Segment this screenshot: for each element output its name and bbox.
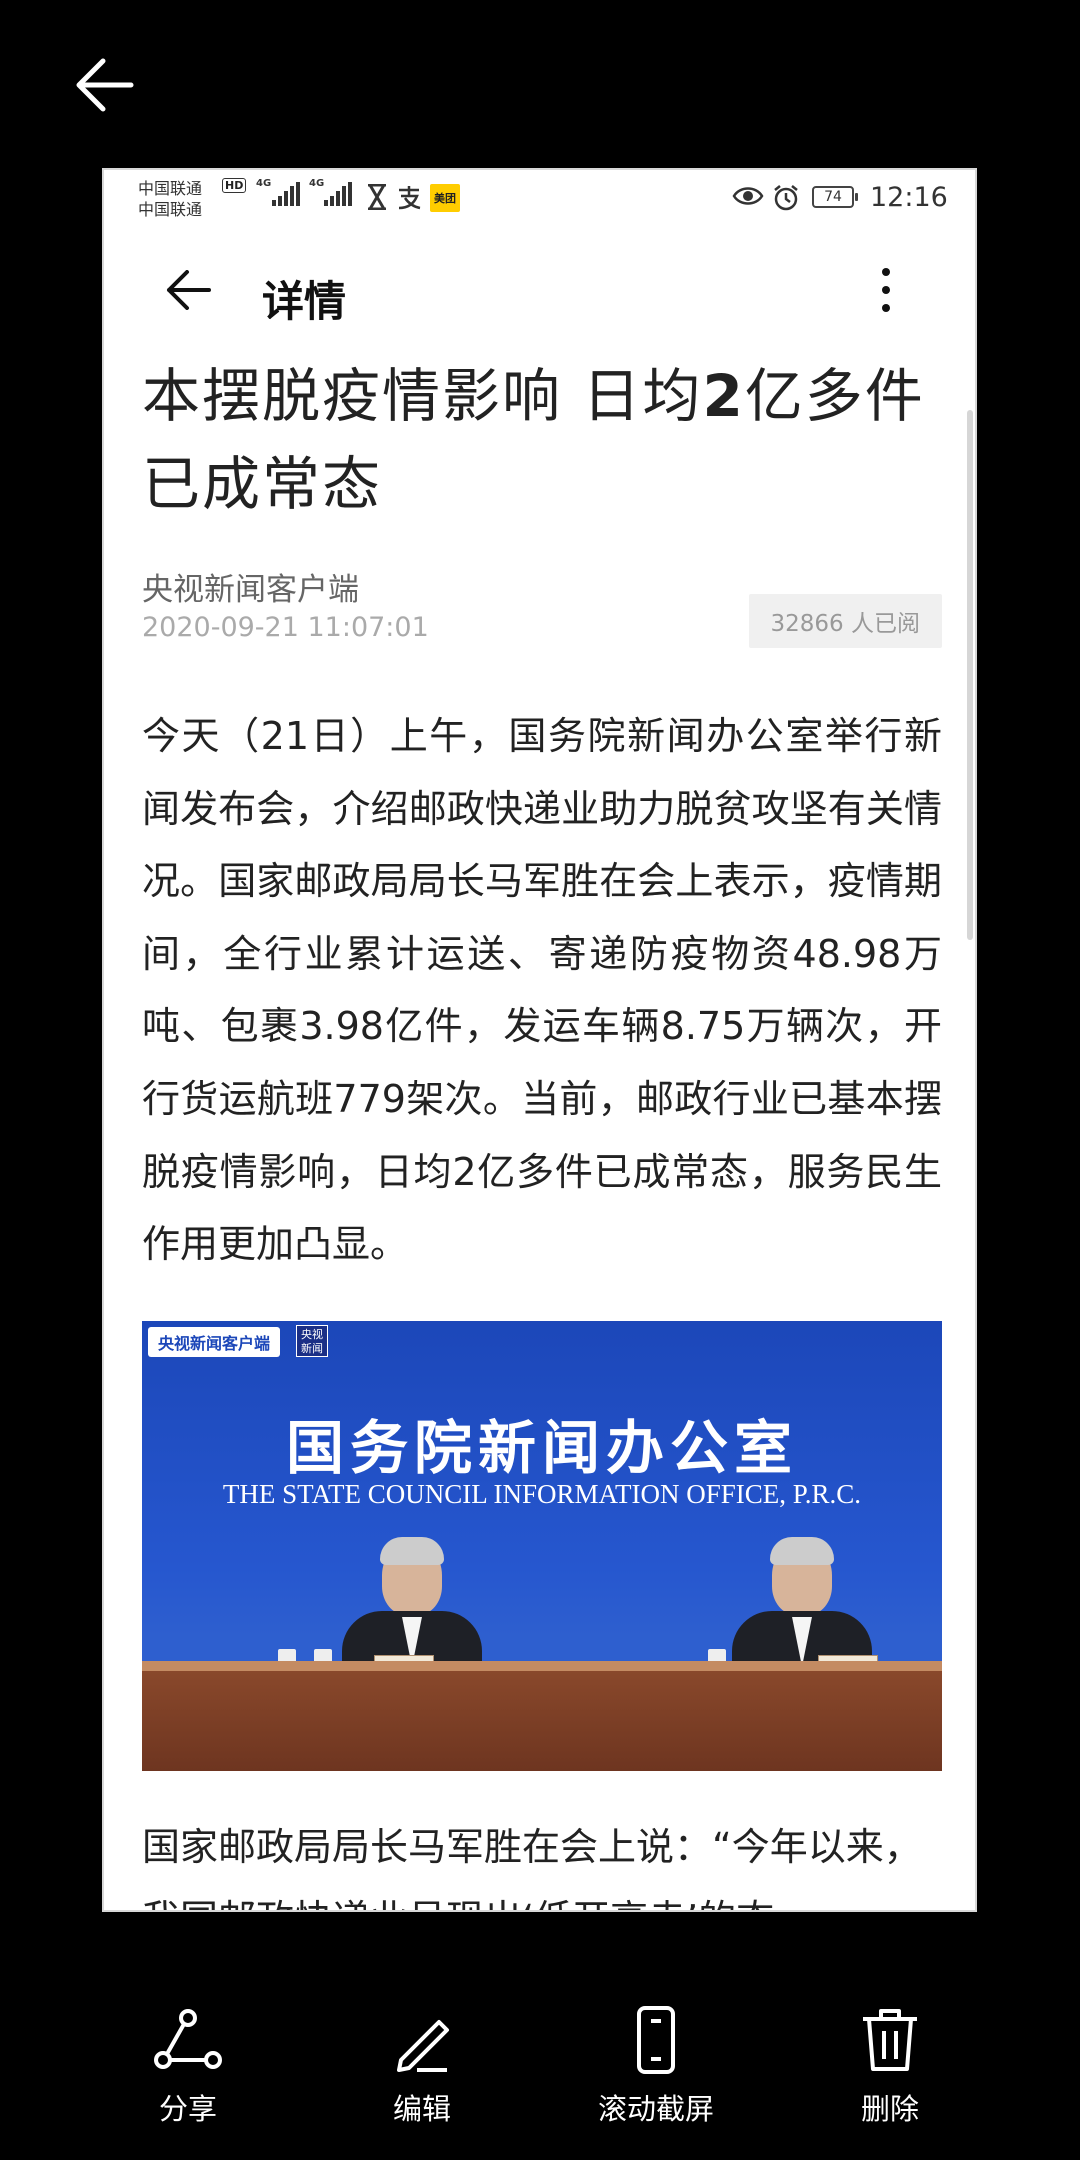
scrollbar[interactable] — [967, 410, 973, 940]
article: 本摆脱疫情影响 日均2亿多件已成常态 央视新闻客户端 2020-09-21 11… — [142, 352, 942, 1910]
battery-indicator: 74 — [812, 186, 858, 208]
share-icon — [154, 2009, 222, 2069]
hourglass-icon — [368, 184, 386, 210]
delete-label: 删除 — [860, 2092, 919, 2126]
carrier-labels: 中国联通 中国联通 — [138, 178, 202, 220]
alipay-icon — [398, 186, 421, 210]
trash-icon — [863, 2009, 917, 2071]
more-options-button[interactable] — [866, 262, 906, 318]
arrow-left-icon — [76, 58, 134, 112]
arrow-left-icon — [167, 270, 211, 310]
screenshot-preview: 中国联通 中国联通 HD 4G 4G 美团 74 12:16 详情 本摆脱疫情影… — [102, 168, 977, 1912]
status-time: 12:16 — [870, 182, 948, 213]
eye-icon — [732, 187, 764, 205]
share-label: 分享 — [158, 2092, 217, 2126]
signal-1-icon — [272, 182, 300, 206]
app-header: 详情 — [104, 230, 975, 346]
article-paragraph: 国家邮政局局长马军胜在会上说：“今年以来，我国邮政快递业呈现出‘低开高走’的态 — [142, 1824, 922, 1910]
app-back-button[interactable] — [158, 260, 218, 320]
article-title-part1: 本摆脱疫情影响 日均 — [142, 362, 703, 430]
article-source[interactable]: 央视新闻客户端 — [142, 564, 359, 609]
signal-2-icon — [324, 182, 352, 206]
article-image[interactable]: 央视新闻客户端 央视新闻 国务院新闻办公室 THE STATE COUNCIL … — [142, 1320, 942, 1771]
article-title-bold: 2 — [702, 362, 745, 430]
edit-label: 编辑 — [392, 2092, 451, 2126]
meituan-icon: 美团 — [430, 184, 460, 212]
more-vertical-icon — [882, 268, 890, 276]
more-vertical-icon — [882, 304, 890, 312]
alarm-icon — [774, 185, 798, 211]
speaker-right — [732, 1536, 872, 1671]
scroll-screenshot-button[interactable]: 滚动截屏 — [556, 2000, 756, 2128]
status-bar: 中国联通 中国联通 HD 4G 4G 美团 74 12:16 — [104, 170, 975, 230]
page-title: 详情 — [262, 277, 347, 326]
image-source-tag: 央视新闻客户端 — [148, 1326, 281, 1357]
delete-button[interactable]: 删除 — [790, 2000, 990, 2128]
carrier-2: 中国联通 — [138, 200, 203, 219]
article-paragraph: 今天（21日）上午，国务院新闻办公室举行新闻发布会，介绍邮政快递业助力脱贫攻坚有… — [142, 714, 942, 1267]
banner-chinese-text: 国务院新闻办公室 — [285, 1413, 798, 1482]
speaker-left — [342, 1536, 482, 1671]
scroll-screenshot-label: 滚动截屏 — [597, 2092, 714, 2126]
article-date: 2020-09-21 11:07:01 — [142, 612, 429, 643]
hd-badge: HD — [222, 178, 247, 193]
banner-english-text: THE STATE COUNCIL INFORMATION OFFICE, P.… — [222, 1478, 862, 1509]
cctv-news-logo: 央视新闻 — [296, 1324, 328, 1357]
desk — [142, 1660, 942, 1771]
more-vertical-icon — [882, 286, 890, 294]
signal-2-label: 4G — [309, 178, 325, 189]
article-title: 本摆脱疫情影响 日均2亿多件已成常态 — [142, 352, 942, 528]
signal-1-label: 4G — [256, 178, 272, 189]
action-bar: 分享 编辑 滚动截屏 删除 — [0, 2000, 1080, 2140]
viewer-back-button[interactable] — [70, 50, 140, 120]
share-button[interactable]: 分享 — [88, 2000, 288, 2128]
carrier-1: 中国联通 — [138, 179, 203, 198]
edit-pencil-icon — [397, 2020, 449, 2072]
article-meta: 央视新闻客户端 2020-09-21 11:07:01 32866 人已阅 — [142, 564, 942, 674]
scroll-screenshot-icon — [637, 2006, 675, 2074]
view-count-badge: 32866 人已阅 — [748, 594, 942, 648]
edit-button[interactable]: 编辑 — [322, 2000, 522, 2128]
